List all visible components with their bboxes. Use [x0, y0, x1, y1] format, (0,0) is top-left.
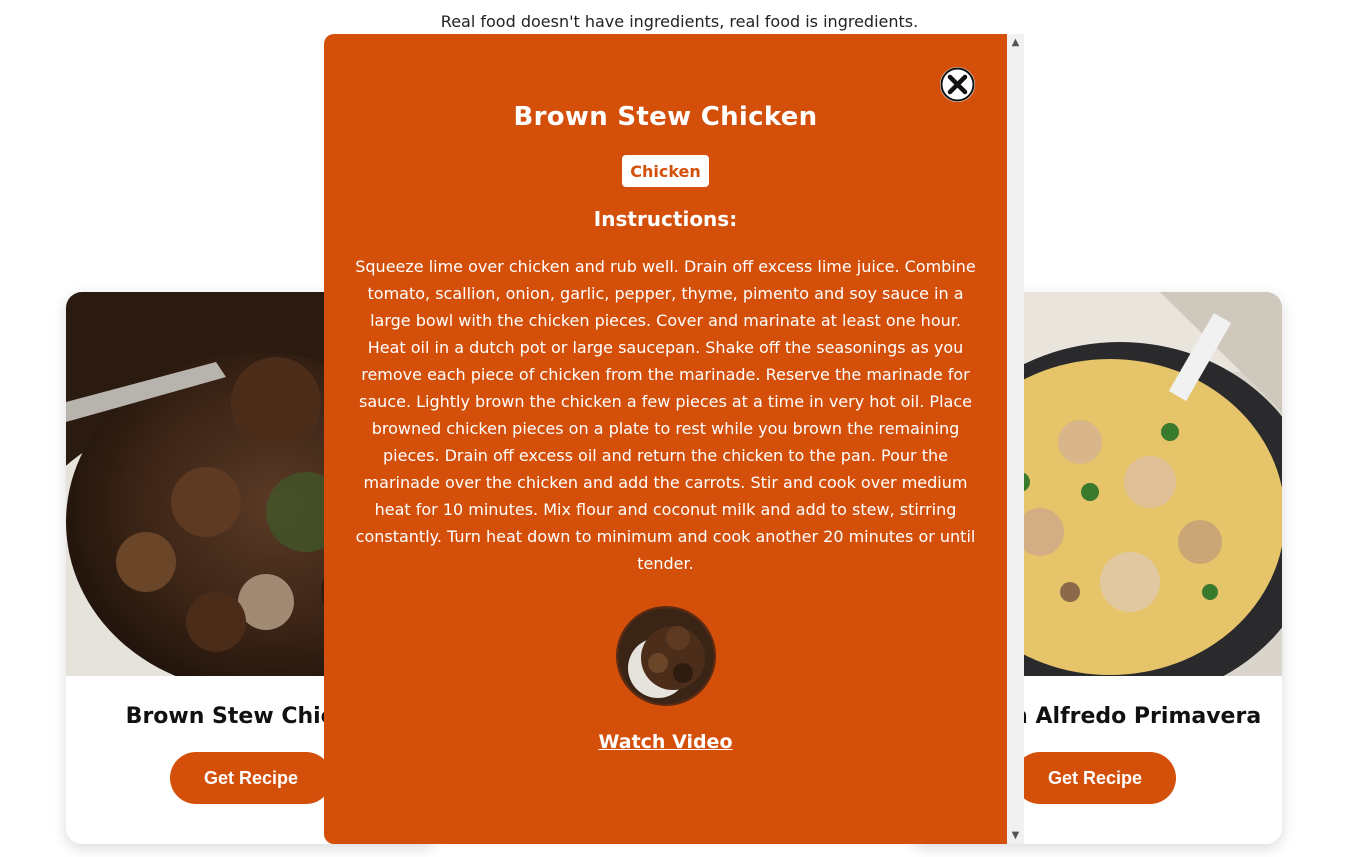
instructions-heading: Instructions: [593, 207, 738, 231]
instructions-text: Squeeze lime over chicken and rub well. … [355, 257, 976, 573]
recipe-modal: Brown Stew Chicken Chicken Instructions:… [324, 34, 1007, 844]
modal-scrollbar[interactable]: ▲ ▼ [1007, 34, 1024, 844]
tagline: Real food doesn't have ingredients, real… [440, 12, 919, 31]
recipe-thumbnail [616, 606, 716, 706]
scroll-down-icon[interactable]: ▼ [1007, 827, 1024, 844]
scroll-thumb[interactable] [1010, 53, 1021, 823]
category-badge: Chicken [622, 155, 709, 187]
close-icon [940, 67, 975, 102]
modal-title: Brown Stew Chicken [513, 102, 818, 132]
watch-video-link[interactable]: Watch Video [324, 731, 1007, 753]
close-button[interactable] [940, 67, 975, 102]
get-recipe-button[interactable]: Get Recipe [1014, 752, 1176, 804]
get-recipe-button[interactable]: Get Recipe [170, 752, 332, 804]
scroll-up-icon[interactable]: ▲ [1007, 34, 1024, 51]
